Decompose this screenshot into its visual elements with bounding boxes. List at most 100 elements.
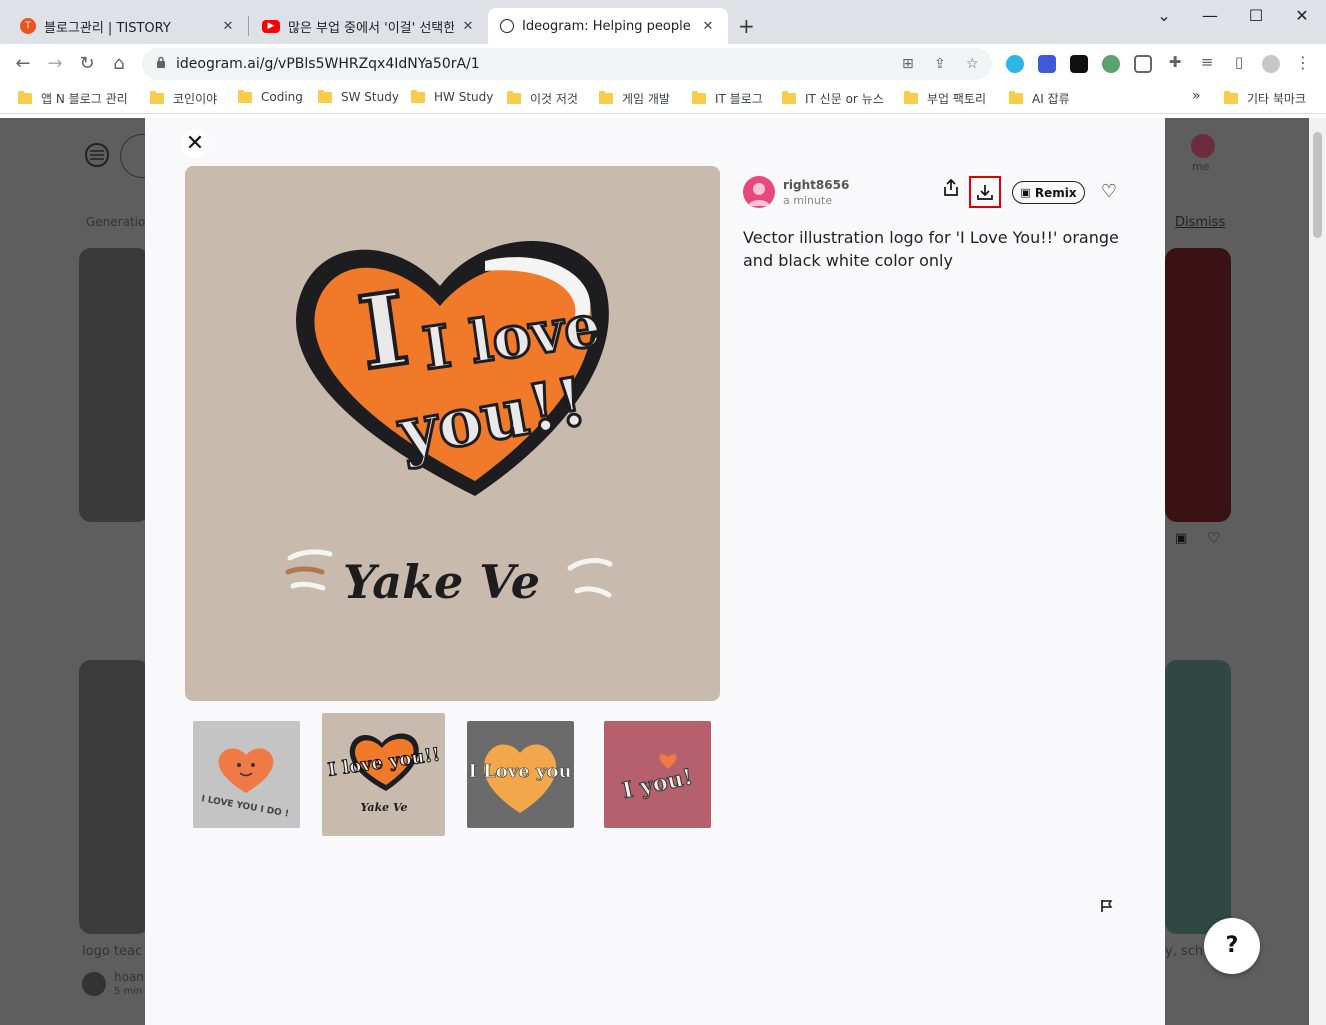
thumbnail-i-love-you-image: I love you!! Yake Ve [326,733,442,814]
bookmark-folder[interactable]: 부업 팩토리 [904,90,986,107]
extension-icon-4[interactable] [1102,55,1120,73]
background-card [1165,248,1231,522]
maximize-button[interactable]: ☐ [1246,6,1266,25]
background-card [1165,660,1231,934]
tab-ideogram[interactable]: Ideogram: Helping people beco ✕ [488,8,728,44]
scrollbar-thumb[interactable] [1313,132,1322,238]
folder-icon [1009,91,1023,104]
forward-arrow-icon[interactable]: → [44,53,66,74]
remix-button[interactable]: ▣ Remix [1012,181,1085,204]
folder-icon [18,91,32,104]
translate-icon[interactable]: ⊞ [902,56,914,72]
bookmark-star-icon[interactable]: ☆ [966,56,979,72]
bookmark-folder[interactable]: IT 신문 or 뉴스 [782,90,884,107]
more-bookmarks-button[interactable]: » [1192,88,1201,104]
url-text: ideogram.ai/g/vPBls5WHRZqx4IdNYa50rA/1 [176,56,480,72]
share-icon [944,178,958,196]
thumbnail-2-signature: Yake Ve [360,801,407,814]
close-modal-button[interactable]: ✕ [181,130,209,158]
screenshot-icon[interactable] [1134,55,1152,73]
thumbnail-2-selected[interactable]: I love you!! Yake Ve [322,713,445,836]
main-generated-image[interactable]: I I love you!! Yake Ve [185,166,720,701]
post-time: a minute [783,194,833,207]
bookmark-folder[interactable]: 게임 개발 [599,90,670,107]
tab-search-icon[interactable]: ⌄ [1154,6,1174,25]
thumbnail-3[interactable]: I Love you [467,721,574,828]
author-name[interactable]: right8656 [783,178,849,192]
i-love-you-logo-image: I I love you!! Yake Ve [285,241,613,609]
lock-icon [157,56,165,68]
thumbnail-love-heart-image: I Love you [468,744,572,813]
image-detail-modal: ✕ I I love you!! Yake Ve I LOVE YOU I DO… [145,118,1165,1025]
tab-title: 많은 부업 중에서 '이걸' 선택한 [288,20,454,36]
share-icon[interactable]: ⇪ [934,56,946,72]
thumbnail-i-you-image: I you! [620,754,696,805]
background-card-caption-right: y, sch [1165,944,1204,959]
bookmark-folder[interactable]: AI 잡류 [1009,90,1070,107]
person-icon [748,183,770,206]
author-avatar[interactable] [743,176,775,208]
share-button[interactable] [935,176,967,208]
background-card-caption: logo teac [82,944,143,959]
bookmark-folder[interactable]: SW Study [318,89,399,104]
browser-toolbar: ← → ↻ ⌂ ideogram.ai/g/vPBls5WHRZqx4IdNYa… [0,44,1326,84]
background-dismiss-link: Dismiss [1175,215,1226,230]
close-window-button[interactable]: ✕ [1292,6,1312,25]
new-tab-button[interactable]: + [738,14,755,38]
bookmark-folder[interactable]: HW Study [411,89,493,104]
remix-label: Remix [1034,185,1077,200]
flag-icon [1101,900,1113,912]
close-tab-icon[interactable]: ✕ [700,19,716,34]
background-card [79,660,149,934]
tab-title: Ideogram: Helping people beco [522,18,694,34]
logo-signature: Yake Ve [343,555,540,609]
page-scrollbar[interactable] [1309,118,1326,1025]
extension-icon-1[interactable] [1006,55,1024,73]
bookmark-folder[interactable]: Coding [238,89,303,104]
background-card [79,248,149,522]
folder-icon [507,91,521,104]
folder-icon [782,91,796,104]
tistory-icon: T [20,18,36,34]
background-remix-icon: ▣ [1175,531,1188,546]
download-button[interactable] [969,176,1001,208]
tab-youtube[interactable]: ▶ 많은 부업 중에서 '이걸' 선택한 ✕ [250,8,488,44]
folder-icon [904,91,918,104]
tab-separator [248,16,249,36]
ideogram-logo-icon [84,142,110,168]
bookmark-folder[interactable]: 앱 N 블로그 관리 [18,90,128,107]
browser-menu-icon[interactable]: ⋮ [1292,53,1314,72]
extension-icon-2[interactable] [1038,55,1056,73]
page-content: Generatio Dismiss me ▣ ♡ logo teac y, sc… [0,118,1326,1025]
background-author-avatar [82,972,106,996]
chatgpt-icon[interactable] [1070,55,1088,73]
folder-icon [692,91,706,104]
back-arrow-icon[interactable]: ← [12,53,34,74]
tab-tistory[interactable]: T 블로그관리 | TISTORY ✕ [8,8,248,44]
tab-title: 블로그관리 | TISTORY [44,20,171,36]
help-button[interactable]: ? [1204,918,1260,974]
minimize-button[interactable]: — [1200,6,1220,25]
side-panel-icon[interactable]: ▯ [1228,53,1250,71]
folder-icon [150,91,164,104]
like-button[interactable]: ♡ [1093,176,1125,208]
bookmark-folder[interactable]: IT 블로그 [692,90,763,107]
extensions-puzzle-icon[interactable]: ✚ [1164,53,1186,71]
folder-icon [1224,91,1238,104]
other-bookmarks-folder[interactable]: 기타 북마크 [1224,90,1306,107]
reload-icon[interactable]: ↻ [76,53,98,74]
thumbnail-3-text: I Love you [468,761,571,782]
report-button[interactable] [1100,898,1114,917]
background-profile-avatar [1191,134,1215,158]
reading-list-icon[interactable]: ≡ [1196,53,1218,71]
bookmark-folder[interactable]: 코인이야 [150,90,217,107]
download-icon [977,185,993,200]
thumbnail-1[interactable]: I LOVE YOU I DO ! [193,721,300,828]
profile-avatar-icon[interactable] [1262,55,1280,73]
close-tab-icon[interactable]: ✕ [220,19,236,34]
thumbnail-4[interactable]: I you! [604,721,711,828]
address-bar[interactable]: ideogram.ai/g/vPBls5WHRZqx4IdNYa50rA/1 ⊞… [142,48,992,80]
close-tab-icon[interactable]: ✕ [460,19,476,34]
home-icon[interactable]: ⌂ [108,53,130,74]
bookmark-folder[interactable]: 이것 저것 [507,90,578,107]
